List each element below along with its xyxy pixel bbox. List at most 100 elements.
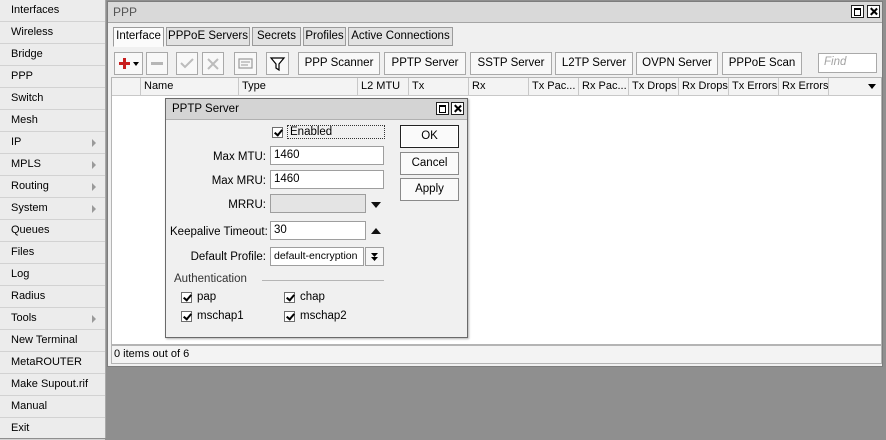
close-icon[interactable] — [867, 5, 880, 18]
column-header-type[interactable]: Type — [238, 78, 357, 96]
menu-item-label: Routing — [11, 180, 49, 192]
mschap1-checkbox[interactable] — [181, 311, 192, 322]
tab-interface[interactable]: Interface — [113, 27, 164, 47]
column-header-rx-packets[interactable]: Rx Pac... — [578, 78, 628, 96]
window-title: PPP — [113, 5, 138, 19]
find-input[interactable]: Find — [818, 53, 877, 73]
menu-item-routing[interactable]: Routing — [0, 176, 105, 198]
column-menu-button[interactable] — [828, 78, 881, 96]
comment-icon — [238, 58, 253, 69]
ovpn-server-button[interactable]: OVPN Server — [636, 52, 718, 75]
tab-pppoe-servers[interactable]: PPPoE Servers — [166, 27, 250, 46]
column-header-tx-packets[interactable]: Tx Pac... — [528, 78, 578, 96]
sstp-server-button[interactable]: SSTP Server — [470, 52, 552, 75]
l2tp-server-button[interactable]: L2TP Server — [555, 52, 633, 75]
expand-down-icon[interactable] — [371, 202, 381, 208]
disable-icon — [207, 58, 219, 70]
menu-item-wireless[interactable]: Wireless — [0, 22, 105, 44]
menu-item-label: Interfaces — [11, 4, 60, 16]
add-button[interactable] — [114, 52, 143, 75]
menu-item-switch[interactable]: Switch — [0, 88, 105, 110]
collapse-up-icon[interactable] — [371, 228, 381, 234]
max-mru-input[interactable]: 1460 — [270, 170, 384, 189]
submenu-arrow-icon — [92, 205, 96, 213]
enabled-checkbox[interactable] — [272, 127, 283, 138]
menu-item-label: Bridge — [11, 48, 43, 60]
maximize-icon[interactable] — [851, 5, 864, 18]
menu-item-label: Files — [11, 246, 35, 258]
chap-checkbox[interactable] — [284, 292, 295, 303]
enable-icon — [180, 58, 194, 69]
menu-item-log[interactable]: Log — [0, 264, 105, 286]
window-titlebar[interactable]: PPP — [108, 2, 882, 23]
status-bar: 0 items out of 6 — [111, 345, 882, 364]
menu-item-tools[interactable]: Tools — [0, 308, 105, 330]
filter-button[interactable] — [266, 52, 289, 75]
menu-item-mpls[interactable]: MPLS — [0, 154, 105, 176]
mschap2-checkbox[interactable] — [284, 311, 295, 322]
tab-secrets[interactable]: Secrets — [252, 27, 301, 46]
column-header-select[interactable] — [112, 78, 140, 96]
pptp-server-button[interactable]: PPTP Server — [384, 52, 466, 75]
column-header-tx-drops[interactable]: Tx Drops — [628, 78, 678, 96]
maximize-icon[interactable] — [436, 102, 449, 115]
menu-item-label: Log — [11, 268, 30, 280]
tab-profiles[interactable]: Profiles — [303, 27, 346, 46]
column-header-rx-drops[interactable]: Rx Drops — [678, 78, 728, 96]
menu-item-system[interactable]: System — [0, 198, 105, 220]
enable-button[interactable] — [176, 52, 198, 75]
tab-active-connections[interactable]: Active Connections — [348, 27, 453, 46]
dropdown-button[interactable] — [365, 247, 384, 266]
menu-item-make-supout[interactable]: Make Supout.rif — [0, 374, 105, 396]
pap-checkbox[interactable] — [181, 292, 192, 303]
sidebar-menu: Interfaces Wireless Bridge PPP Switch Me… — [0, 0, 106, 440]
menu-item-exit[interactable]: Exit — [0, 418, 105, 440]
menu-item-radius[interactable]: Radius — [0, 286, 105, 308]
chevron-down-icon — [371, 253, 378, 261]
menu-item-bridge[interactable]: Bridge — [0, 44, 105, 66]
cancel-button[interactable]: Cancel — [400, 152, 459, 175]
remove-button[interactable] — [146, 52, 168, 75]
column-header-rx-errors[interactable]: Rx Errors — [778, 78, 828, 96]
column-header-tx[interactable]: Tx — [408, 78, 468, 96]
dialog-title: PPTP Server — [172, 103, 239, 115]
menu-item-queues[interactable]: Queues — [0, 220, 105, 242]
submenu-arrow-icon — [92, 315, 96, 323]
max-mru-label: Max MRU: — [211, 175, 266, 187]
menu-item-ip[interactable]: IP — [0, 132, 105, 154]
disable-button[interactable] — [202, 52, 224, 75]
pppoe-scan-button[interactable]: PPPoE Scan — [722, 52, 802, 75]
column-header-l2mtu[interactable]: L2 MTU — [357, 78, 408, 96]
menu-item-label: Radius — [11, 290, 46, 302]
section-divider — [262, 280, 384, 281]
max-mtu-input[interactable]: 1460 — [270, 146, 384, 165]
column-header-tx-errors[interactable]: Tx Errors — [728, 78, 778, 96]
menu-item-mesh[interactable]: Mesh — [0, 110, 105, 132]
menu-item-files[interactable]: Files — [0, 242, 105, 264]
menu-item-metarouter[interactable]: MetaROUTER — [0, 352, 105, 374]
menu-item-label: Tools — [11, 312, 37, 324]
default-profile-select[interactable]: default-encryption — [270, 247, 364, 266]
menu-item-interfaces[interactable]: Interfaces — [0, 0, 105, 22]
menu-item-label: Make Supout.rif — [11, 378, 89, 390]
keepalive-timeout-input[interactable]: 30 — [270, 221, 366, 240]
menu-item-new-terminal[interactable]: New Terminal — [0, 330, 105, 352]
menu-item-label: Queues — [11, 224, 50, 236]
apply-button[interactable]: Apply — [400, 178, 459, 201]
close-icon[interactable] — [451, 102, 464, 115]
comment-button[interactable] — [234, 52, 257, 75]
menu-item-label: MetaROUTER — [11, 356, 82, 368]
chap-label: chap — [300, 291, 325, 303]
ok-button[interactable]: OK — [400, 125, 459, 148]
dialog-titlebar[interactable]: PPTP Server — [166, 99, 467, 120]
submenu-arrow-icon — [92, 183, 96, 191]
mrru-input[interactable] — [270, 194, 366, 213]
menu-item-manual[interactable]: Manual — [0, 396, 105, 418]
menu-item-label: Manual — [11, 400, 48, 412]
column-header-rx[interactable]: Rx — [468, 78, 528, 96]
ppp-scanner-button[interactable]: PPP Scanner — [298, 52, 380, 75]
column-header-name[interactable]: Name — [140, 78, 238, 96]
menu-item-ppp[interactable]: PPP — [0, 66, 105, 88]
default-profile-label: Default Profile: — [190, 251, 266, 263]
add-icon — [119, 58, 139, 69]
